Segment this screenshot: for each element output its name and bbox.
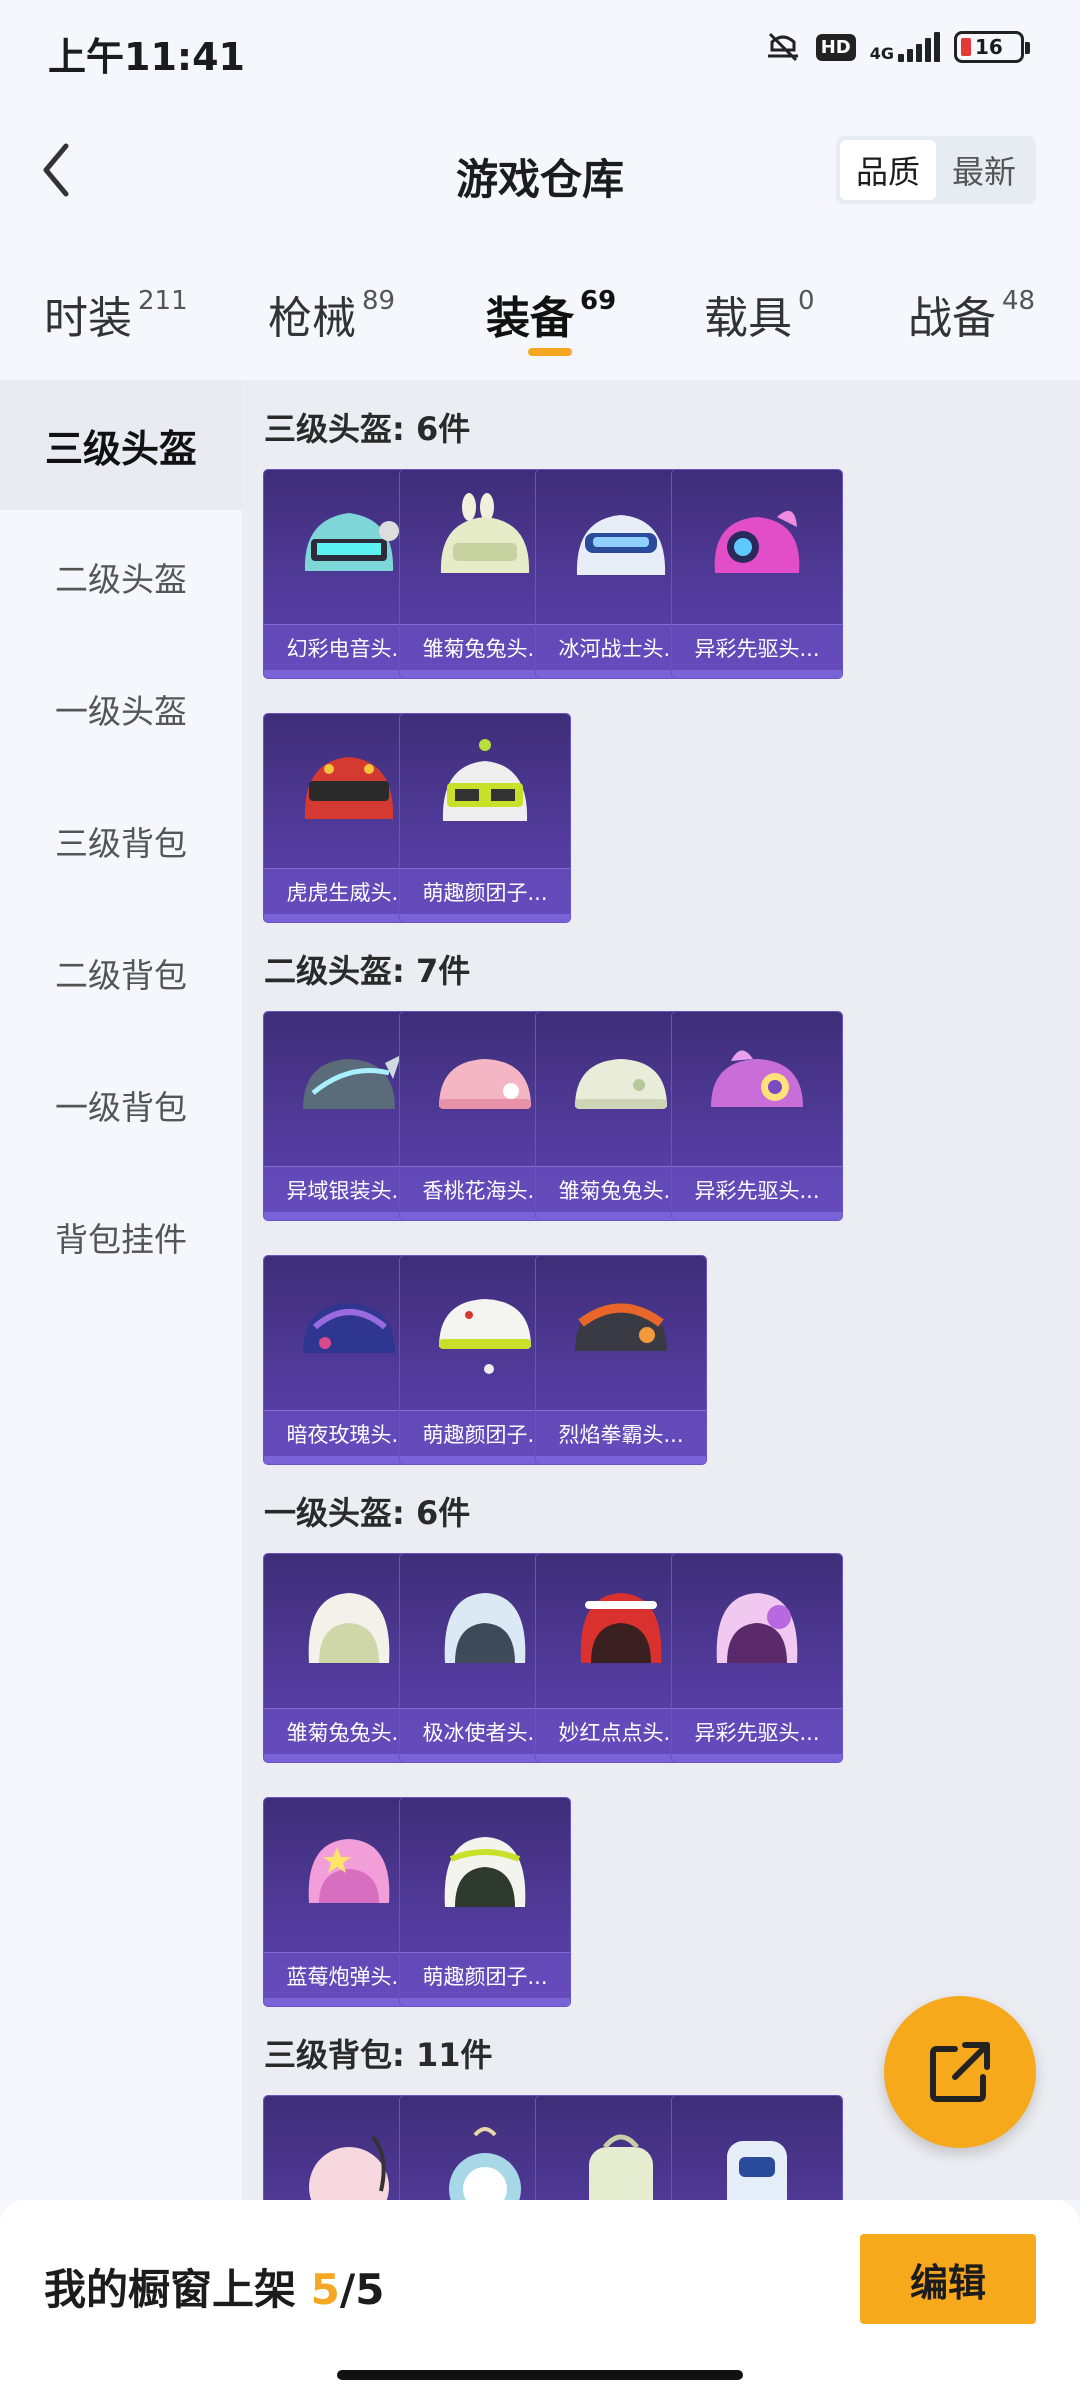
category-tabs: 时装 211 枪械 89 装备 69 载具 0 战备 48 [0,240,1080,380]
status-bar: 上午11:41 HD 4G 16 [0,0,1080,100]
edit-button[interactable]: 编辑 [860,2234,1036,2324]
backpack-icon [672,2096,842,2200]
sidebar-item-level2-helmet[interactable]: 二级头盔 [0,512,242,642]
item-name: 萌趣颜团子... [400,868,570,914]
sidebar-item-level1-backpack[interactable]: 一级背包 [0,1040,242,1170]
sort-newest[interactable]: 最新 [936,140,1032,200]
item-card[interactable]: 萌趣颜团子... [400,714,570,922]
header: 游戏仓库 品质 最新 [0,100,1080,240]
tab-count: 48 [1002,286,1036,316]
helmet-icon [672,1012,842,1164]
battery-level: 16 [975,35,1003,59]
helmet-icon [400,714,570,866]
battery-icon: 16 [954,31,1030,63]
sort-quality[interactable]: 品质 [839,140,936,200]
signal-icon [898,32,940,62]
showcase-label: 我的橱窗上架 [44,2265,297,2314]
section-title: 三级头盔: 6件 [264,410,471,448]
sidebar-item-level3-backpack[interactable]: 三级背包 [0,776,242,906]
section-title: 二级头盔: 7件 [264,952,471,990]
tab-label: 战备 [908,293,996,344]
share-button[interactable] [884,1996,1036,2148]
item-card[interactable] [672,2096,842,2200]
status-icons: HD 4G 16 [764,30,1030,64]
helmet-icon [536,1256,706,1408]
item-name: 烈焰拳霸头... [536,1410,706,1456]
item-name: 异彩先驱头... [672,1166,842,1212]
tab-count: 69 [580,286,617,316]
showcase-current: 5 [310,2265,340,2314]
helmet-icon [672,470,842,622]
tab-count: 0 [798,286,815,316]
network-type: 4G [869,44,894,63]
sidebar: 三级头盔 二级头盔 一级头盔 三级背包 二级背包 一级背包 背包挂件 [0,380,242,2400]
tab-count: 211 [138,286,188,316]
item-card[interactable]: 烈焰拳霸头... [536,1256,706,1464]
bottom-bar: 我的橱窗上架 5/5 编辑 [0,2200,1080,2400]
tab-fashion[interactable]: 时装 211 [44,282,188,346]
tab-supplies[interactable]: 战备 48 [908,282,1035,346]
sidebar-item-level3-helmet[interactable]: 三级头盔 [0,380,242,510]
tab-weapons[interactable]: 枪械 89 [268,282,395,346]
tab-label: 枪械 [268,293,356,344]
tab-label: 时装 [44,293,132,344]
tab-label: 装备 [486,293,574,344]
active-tab-indicator [528,348,572,356]
network-indicator: 4G [870,32,940,62]
status-time: 上午11:41 [48,35,245,79]
mute-vibrate-icon [767,32,798,62]
helmet-icon [672,1554,842,1706]
item-name: 异彩先驱头... [672,1708,842,1754]
home-indicator[interactable] [337,2370,743,2380]
sidebar-item-level1-helmet[interactable]: 一级头盔 [0,644,242,774]
item-card[interactable]: 异彩先驱头... [672,1012,842,1220]
section-title: 一级头盔: 6件 [264,1494,471,1532]
tab-label: 载具 [704,293,792,344]
tab-equipment[interactable]: 装备 69 [486,282,616,346]
sidebar-item-backpack-charm[interactable]: 背包挂件 [0,1172,242,1302]
share-icon [930,2042,990,2102]
showcase-total: /5 [339,2265,385,2314]
showcase-status: 我的橱窗上架 5/5 [44,2256,384,2317]
hd-badge: HD [815,33,856,61]
item-name: 异彩先驱头... [672,624,842,670]
helmet-icon [400,1798,570,1950]
tab-count: 89 [362,286,396,316]
item-name: 萌趣颜团子... [400,1952,570,1998]
item-card[interactable]: 异彩先驱头... [672,1554,842,1762]
item-card[interactable]: 异彩先驱头... [672,470,842,678]
sidebar-item-level2-backpack[interactable]: 二级背包 [0,908,242,1038]
item-card[interactable]: 萌趣颜团子... [400,1798,570,2006]
section-title: 三级背包: 11件 [264,2036,493,2074]
tab-vehicles[interactable]: 载具 0 [704,282,815,346]
item-grid-panel[interactable]: 三级头盔: 6件 幻彩电音头... 雏菊兔兔头... 冰河战士头... 异彩先驱… [242,380,1080,2200]
sort-toggle: 品质 最新 [835,136,1036,204]
